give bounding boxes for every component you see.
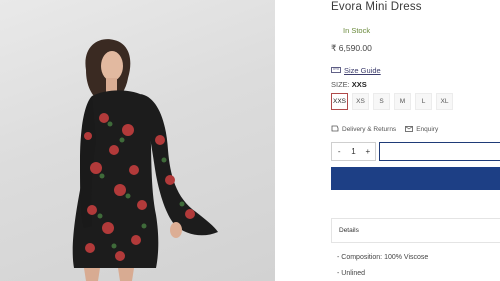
product-price: ₹ 6,590.00 [331, 43, 372, 53]
details-item-lining: - Unlined [337, 270, 366, 277]
size-option-l[interactable]: L [415, 93, 432, 110]
size-guide-label: Size Guide [344, 66, 381, 75]
selected-size: XXS [351, 80, 367, 89]
product-image[interactable] [0, 0, 275, 281]
stock-status: In Stock [343, 26, 371, 35]
model-wearing-dress-illustration [72, 39, 218, 281]
product-title: Evora Mini Dress [331, 1, 422, 13]
delivery-returns-link[interactable]: Delivery & Returns [331, 125, 396, 134]
details-item-composition: - Composition: 100% Viscose [337, 254, 429, 261]
size-label-text: SIZE: [331, 80, 350, 89]
action-links: Delivery & Returns Enquiry [331, 125, 438, 134]
details-accordion-header[interactable]: Details [331, 218, 500, 243]
delivery-returns-label: Delivery & Returns [342, 126, 397, 133]
mail-icon [405, 125, 414, 134]
truck-icon [331, 125, 339, 134]
size-guide-link[interactable]: Size Guide [331, 66, 381, 75]
details-label: Details [339, 227, 359, 234]
size-label: SIZE: XXS [331, 80, 367, 89]
add-to-cart-button[interactable] [379, 142, 500, 161]
product-info-panel: Evora Mini Dress In Stock ₹ 6,590.00 Siz… [331, 0, 500, 281]
ruler-icon [331, 66, 341, 75]
quantity-increase-button[interactable]: + [361, 147, 375, 156]
quantity-value[interactable]: 1 [346, 147, 360, 156]
buy-now-button[interactable] [331, 167, 500, 190]
enquiry-label: Enquiry [416, 126, 439, 133]
enquiry-link[interactable]: Enquiry [405, 125, 438, 134]
size-options: XXS XS S M L XL [331, 93, 453, 110]
quantity-stepper: - 1 + [331, 142, 376, 161]
size-option-xl[interactable]: XL [436, 93, 453, 110]
size-option-m[interactable]: M [394, 93, 411, 110]
quantity-decrease-button[interactable]: - [332, 147, 346, 156]
size-option-s[interactable]: S [373, 93, 390, 110]
size-option-xxs[interactable]: XXS [331, 93, 348, 110]
size-option-xs[interactable]: XS [352, 93, 369, 110]
